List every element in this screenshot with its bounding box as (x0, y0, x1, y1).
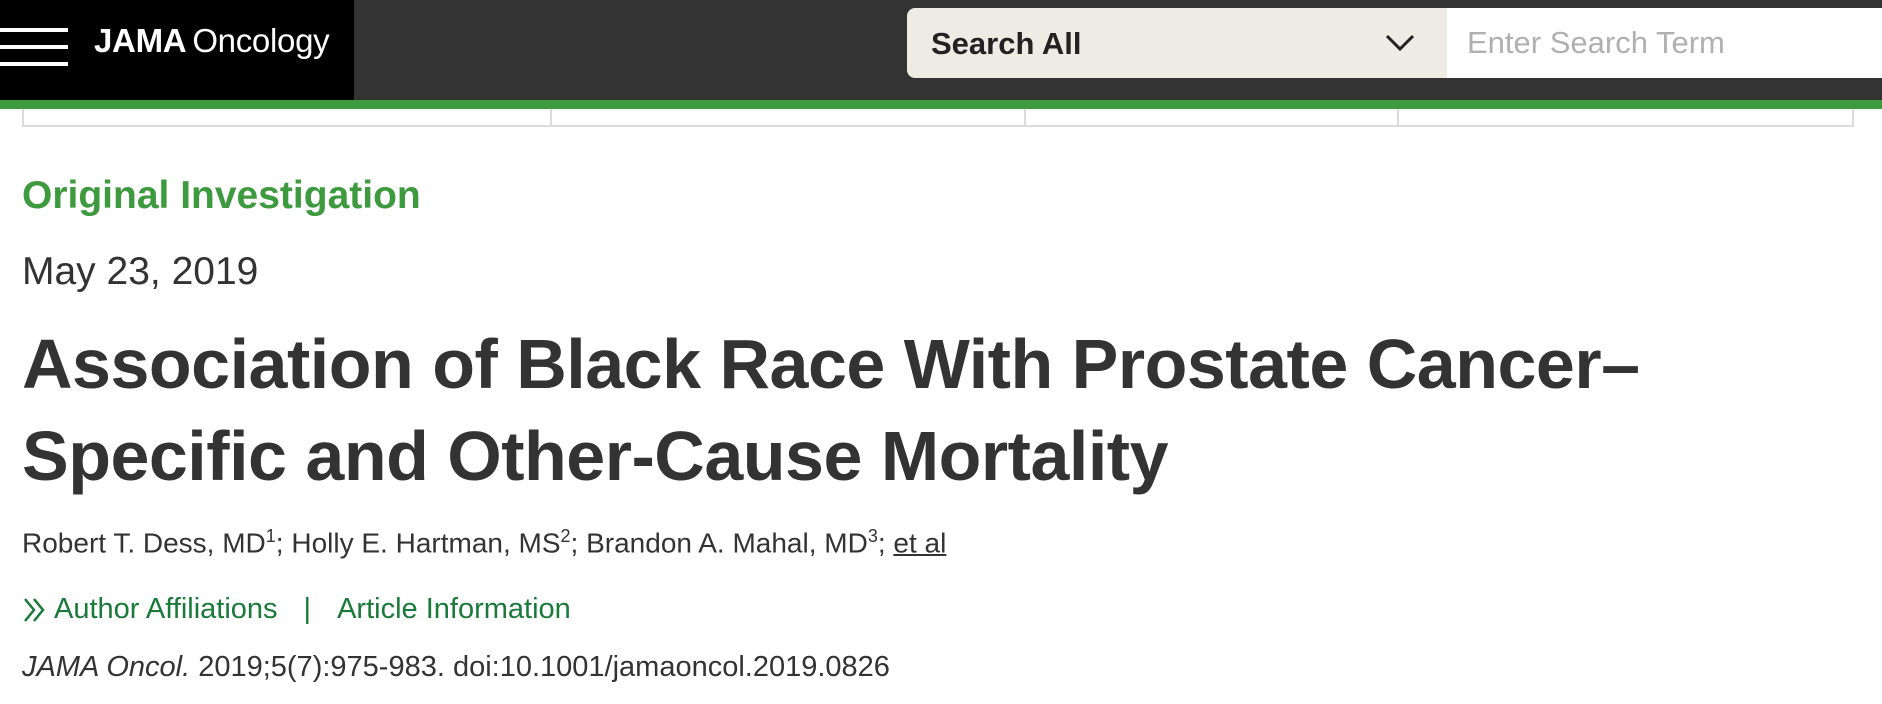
double-chevron-right-icon (24, 597, 45, 622)
journal-logo[interactable]: JAMA Oncology (94, 22, 330, 60)
author-affiliation-marker: 3 (867, 526, 878, 546)
hamburger-menu-icon[interactable] (0, 24, 68, 70)
tab-divider (1397, 109, 1399, 125)
author-name[interactable]: Holly E. Hartman, MS (291, 527, 560, 558)
author-affiliations-link[interactable]: Author Affiliations (54, 593, 278, 626)
article-meta-links: Author Affiliations | Article Informatio… (22, 593, 571, 626)
search-input[interactable] (1447, 8, 1882, 78)
author-name[interactable]: Robert T. Dess, MD (22, 527, 266, 558)
citation-line: JAMA Oncol. 2019;5(7):975-983. doi:10.10… (22, 651, 890, 684)
brand-block: JAMA Oncology (0, 0, 354, 100)
author-name[interactable]: Brandon A. Mahal, MD (586, 527, 868, 558)
nav-tab-row (22, 109, 1854, 127)
publication-date: May 23, 2019 (22, 250, 259, 293)
tab-divider (550, 109, 552, 125)
citation-details: 2019;5(7):975-983. doi:10.1001/jamaoncol… (198, 651, 890, 683)
tab-divider (1024, 109, 1026, 125)
brand-name-light: Oncology (192, 22, 330, 59)
link-separator: | (303, 593, 312, 625)
search-scope-label: Search All (931, 26, 1082, 61)
article-type-label: Original Investigation (22, 174, 421, 217)
article-information-link[interactable]: Article Information (337, 593, 571, 626)
search-scope-dropdown[interactable]: Search All (907, 8, 1447, 78)
author-affiliation-marker: 2 (560, 526, 571, 546)
article-title: Association of Black Race With Prostate … (22, 325, 1640, 495)
citation-journal: JAMA Oncol. (22, 651, 191, 683)
author-affiliation-marker: 1 (265, 526, 276, 546)
header-accent-rule (0, 100, 1882, 109)
chevron-down-icon (1385, 34, 1415, 52)
et-al-link[interactable]: et al (893, 527, 946, 558)
brand-name-strong: JAMA (94, 22, 187, 59)
author-list: Robert T. Dess, MD1; Holly E. Hartman, M… (22, 526, 947, 559)
top-navigation-bar: JAMA Oncology Search All (0, 0, 1882, 100)
